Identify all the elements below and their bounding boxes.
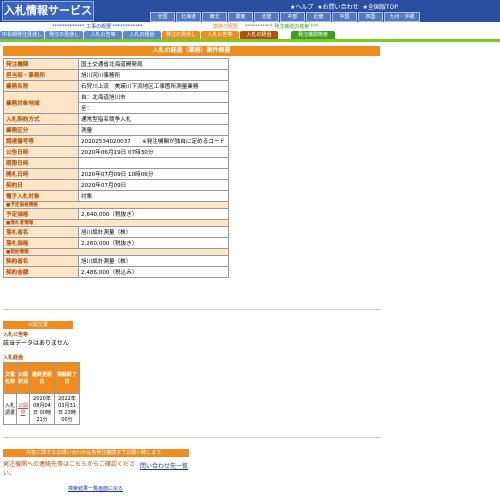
tab-construction-outlook[interactable]: 発注の見通し (45, 31, 83, 39)
orderer-search-label: *********** 発注機関の検索 *** (245, 24, 319, 30)
tab-orderer-search[interactable]: 発注機関検索 (291, 31, 335, 39)
public-docs-bar: 公開文書 (3, 321, 73, 329)
region-hokuriku[interactable]: 北陸 (254, 12, 279, 22)
business-overview-label: 業務の概要 (213, 24, 239, 30)
app-logo[interactable]: 入札情報サービス (2, 1, 94, 21)
table-row: 業務名称 石狩川上流 美瑛川下流地区工事箇所測量業務 (3, 80, 229, 92)
nav-underline (0, 39, 500, 42)
bid-notice-label: 入札公告等 (3, 332, 29, 338)
section-estimate: ■予定価格情報 (3, 201, 229, 209)
documents-table: 文書名称 公開状況 最終更新日 掲載終了日 入札調書 公開中 2020年08月0… (3, 362, 80, 425)
region-chugoku[interactable]: 中国 (332, 12, 357, 22)
region-kanto[interactable]: 関東 (228, 12, 253, 22)
help-link[interactable]: ★ヘルプ (290, 4, 313, 11)
page-title: 入札の経過（業務）案件概要 (3, 46, 380, 56)
contact-bar: 内容に関するお問い合わせは各発注機関までお願い致します。 (3, 449, 189, 457)
table-row: 公告日時 2020年06月19日 07時30分 (3, 146, 229, 158)
divider (3, 309, 381, 310)
table-row: 調達番号等 20202534020037 ※発注機関が独自に定めるコード (3, 135, 229, 147)
col-end: 掲載終了日 (54, 362, 80, 394)
progress-label: 入札経過 (3, 355, 24, 361)
table-row: 期限日時 (3, 157, 229, 169)
top-links: ★ヘルプ ★お問い合わせ ★全国版TOP (290, 2, 398, 11)
region-kinki[interactable]: 近畿 (306, 12, 331, 22)
region-zenkoku[interactable]: 全国 (150, 12, 175, 22)
divider (3, 437, 381, 438)
col-status: 公開状況 (16, 362, 30, 394)
col-doc-name: 文書名称 (3, 362, 17, 394)
tab-construction-notice[interactable]: 入札公告等 (84, 31, 122, 39)
section-award: ■落札者情報 (3, 219, 229, 227)
tab-business-notice[interactable]: 入札公告等 (201, 31, 239, 39)
back-to-results-link[interactable]: 検索結果一覧画面に戻る (68, 485, 123, 492)
contact-list-link[interactable]: 問い合わせ先一覧 (140, 461, 188, 470)
nav-tabs: 中長期発注見通し 発注の見通し 入札公告等 入札の経過 発注の見通し 入札公告等… (0, 31, 350, 39)
table-row: 発注機関 国土交通省北海道開発局 (3, 58, 229, 70)
tab-business-progress[interactable]: 入札の経過 (240, 31, 278, 39)
region-kyushu[interactable]: 九州・沖縄 (384, 12, 420, 22)
section-contract: ■契約情報 (3, 248, 229, 256)
tab-construction-progress[interactable]: 入札の経過 (123, 31, 161, 39)
table-row: 業務区分 測量 (3, 124, 229, 136)
table-row: 落札者名 旭川設計測量（株） (3, 226, 229, 238)
region-shikoku[interactable]: 四国 (358, 12, 383, 22)
table-row: 契約金額 2,486,000（税込み） (3, 266, 229, 278)
col-updated: 最終更新日 (29, 362, 55, 394)
table-row: 入札調書 公開中 2020年08月04日 00時21分 2022年03月31日 … (3, 393, 80, 425)
region-nav: 全国 北海道 東北 関東 北陸 中部 近畿 中国 四国 九州・沖縄 (150, 12, 421, 22)
region-chubu[interactable]: 中部 (280, 12, 305, 22)
contact-link[interactable]: ★お問い合わせ (317, 4, 358, 11)
table-row: 担当部・事務所 旭川河川事務所 (3, 69, 229, 81)
table-row: 開札日時 2020年07月09日 10時06分 (3, 168, 229, 180)
contact-text: 発注機関への連絡先等はこちらからご確認ください。 (3, 461, 136, 477)
table-row: 電子入札対象 対象 (3, 190, 229, 202)
national-top-link[interactable]: ★全国版TOP (362, 4, 397, 11)
table-row: 予定価格 2,640,000（税抜き） (3, 208, 229, 220)
no-data-text: 該当データはありません (3, 340, 69, 347)
doc-status-link[interactable]: 公開中 (16, 393, 30, 425)
tab-business-outlook[interactable]: 発注の見通し (162, 31, 200, 39)
details-table: 発注機関 国土交通省北海道開発局 担当部・事務所 旭川河川事務所 業務名称 石狩川上流… (3, 58, 229, 278)
table-row: 業務対象地域 自：北海道旭川市 (3, 91, 229, 114)
table-row: 入札契約方式 通常型指名競争入札 (3, 113, 229, 125)
region-tohoku[interactable]: 東北 (202, 12, 227, 22)
table-row: 契約者名 旭川設計測量（株） (3, 255, 229, 267)
region-hokkaido[interactable]: 北海道 (176, 12, 201, 22)
construction-overview-label: ************* 工事の概要 ************ (52, 24, 143, 30)
table-row: 落札価格 2,260,000（税抜き） (3, 237, 229, 249)
table-row: 契約日 2020年07月09日 (3, 179, 229, 191)
tab-long-term-outlook[interactable]: 中長期発注見通し (0, 31, 44, 39)
